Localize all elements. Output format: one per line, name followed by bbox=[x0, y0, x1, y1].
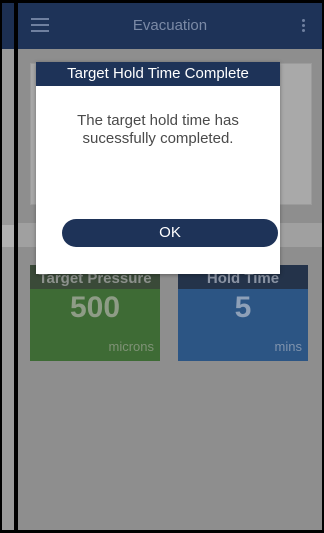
alert-dialog: Target Hold Time Complete The target hol… bbox=[36, 62, 280, 274]
target-pressure-value: 500 bbox=[69, 291, 121, 324]
adjacent-screen-header bbox=[2, 3, 14, 49]
adjacent-screen-band bbox=[2, 225, 14, 247]
hold-time-unit: mins bbox=[274, 339, 302, 354]
target-pressure-unit: microns bbox=[108, 339, 154, 354]
hold-time-tile[interactable]: Hold Time 5 mins bbox=[178, 265, 308, 361]
phone-screen: Evacuation Target Pressure 500 microns H… bbox=[18, 3, 322, 530]
frame-border-left bbox=[0, 0, 2, 533]
more-options-icon[interactable] bbox=[302, 19, 306, 33]
dialog-title: Target Hold Time Complete bbox=[36, 62, 280, 86]
ok-button[interactable]: OK bbox=[62, 219, 278, 247]
hold-time-value: 5 bbox=[234, 291, 252, 324]
target-pressure-tile[interactable]: Target Pressure 500 microns bbox=[30, 265, 160, 361]
app-header: Evacuation bbox=[18, 3, 322, 49]
app-title: Evacuation bbox=[132, 17, 208, 34]
hamburger-menu-icon[interactable] bbox=[31, 18, 49, 32]
adjacent-screen-edge bbox=[2, 3, 14, 530]
dialog-message: The target hold time has sucessfully com… bbox=[77, 112, 239, 147]
